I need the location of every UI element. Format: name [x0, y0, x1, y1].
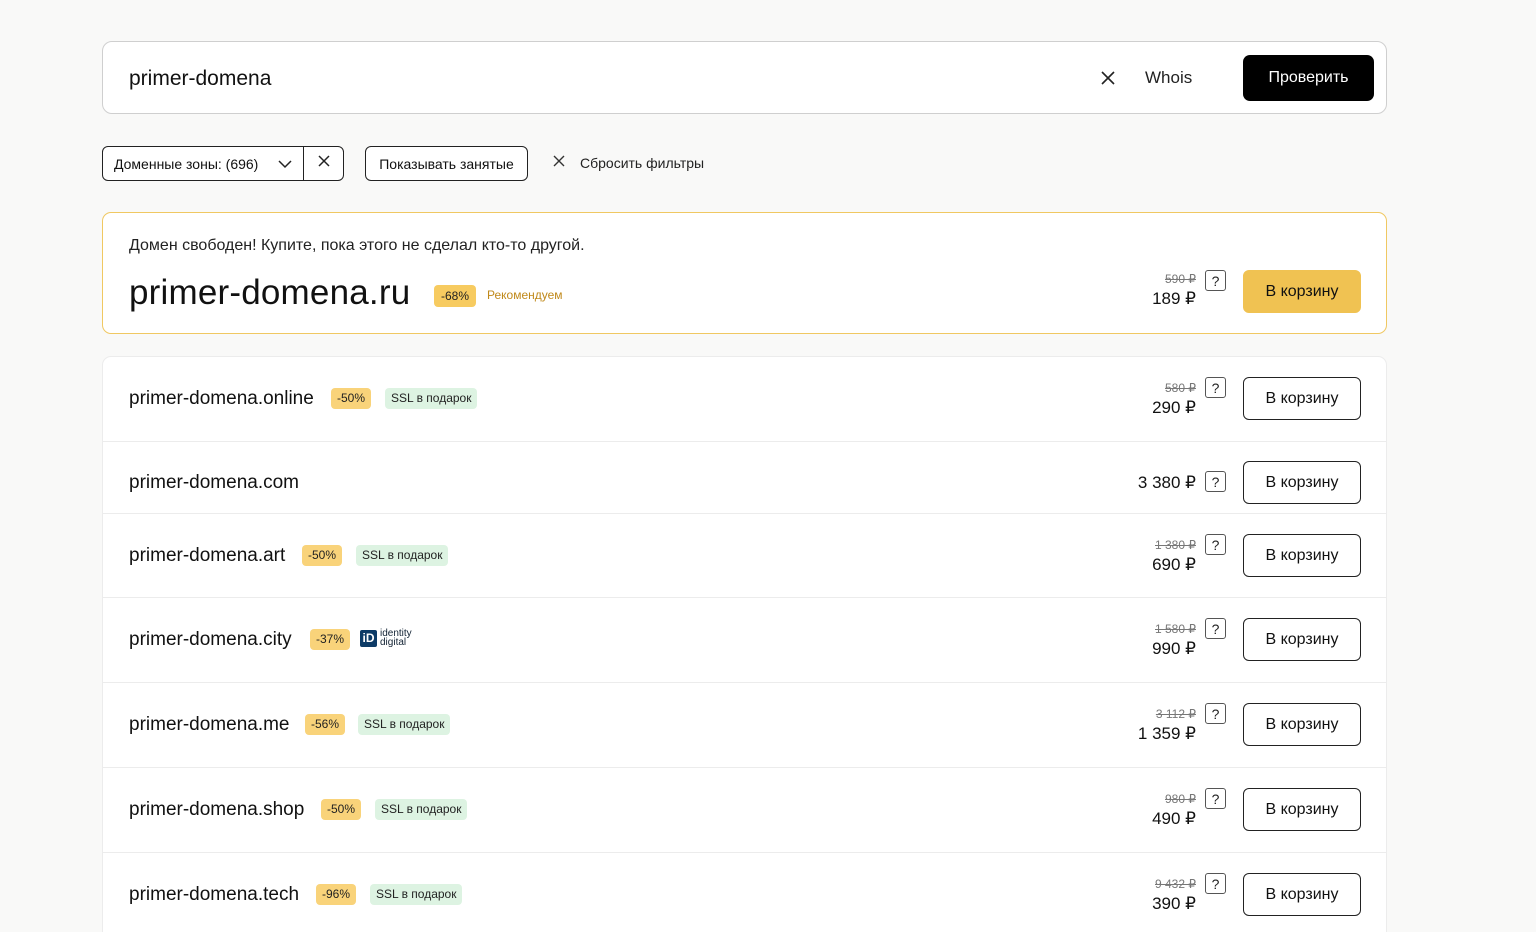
old-price: 590 ₽ — [1165, 272, 1196, 286]
discount-badge: -50% — [331, 388, 372, 409]
current-price: 3 380 ₽ — [1137, 473, 1196, 492]
price-box: 3 112 ₽ 1 359 ₽ — [1138, 707, 1196, 744]
current-price: 390 ₽ — [1152, 894, 1196, 913]
ssl-gift-badge: SSL в подарок — [385, 388, 478, 409]
discount-badge: -50% — [302, 545, 343, 566]
add-to-cart-button[interactable]: В корзину — [1243, 703, 1361, 746]
old-price: 580 ₽ — [1165, 381, 1196, 395]
price-help-button[interactable]: ? — [1205, 377, 1226, 398]
domain-row: primer-domena.art -50% SSL в подарок 1 3… — [103, 514, 1386, 598]
domain-name: primer-domena.city — [129, 629, 292, 650]
old-price: 9 432 ₽ — [1155, 877, 1196, 891]
clear-search-icon[interactable] — [1098, 68, 1118, 88]
identity-digital-logo: iD identity digital — [360, 629, 412, 648]
price-help-button[interactable]: ? — [1205, 534, 1226, 555]
old-price: 1 580 ₽ — [1155, 622, 1196, 636]
partner-name-line2: digital — [380, 637, 407, 648]
domain-name: primer-domena.me — [129, 714, 290, 735]
domain-name: primer-domena.online — [129, 388, 314, 409]
check-button[interactable]: Проверить — [1243, 55, 1374, 101]
add-to-cart-button[interactable]: В корзину — [1243, 873, 1361, 916]
current-price: 490 ₽ — [1152, 809, 1196, 828]
close-icon — [552, 154, 566, 171]
price-help-button[interactable]: ? — [1205, 270, 1226, 291]
current-price: 990 ₽ — [1152, 639, 1196, 658]
old-price: 3 112 ₽ — [1155, 707, 1196, 721]
add-to-cart-button[interactable]: В корзину — [1243, 618, 1361, 661]
domain-name: primer-domena.shop — [129, 799, 305, 820]
domain-zones-filter: Доменные зоны: (696) — [102, 146, 344, 181]
price-box: 590 ₽ 189 ₽ — [1152, 272, 1196, 309]
chevron-down-icon — [277, 157, 293, 174]
featured-domain-card: Домен свободен! Купите, пока этого не сд… — [102, 212, 1387, 334]
whois-link[interactable]: Whois — [1145, 68, 1192, 88]
domain-list: primer-domena.online -50% SSL в подарок … — [102, 356, 1387, 932]
price-box: 9 432 ₽ 390 ₽ — [1152, 877, 1196, 914]
price-box: 1 380 ₽ 690 ₽ — [1152, 538, 1196, 575]
ssl-gift-badge: SSL в подарок — [358, 714, 451, 735]
domain-row: primer-domena.shop -50% SSL в подарок 98… — [103, 768, 1386, 853]
domain-row: primer-domena.me -56% SSL в подарок 3 11… — [103, 683, 1386, 768]
domain-row: primer-domena.city -37% iD identity digi… — [103, 598, 1386, 683]
featured-domain-name: primer-domena.ru — [129, 273, 411, 312]
discount-badge: -68% — [434, 285, 477, 307]
current-price: 290 ₽ — [1152, 398, 1196, 417]
domain-zones-label: Доменные зоны: (696) — [114, 155, 259, 172]
old-price: 1 380 ₽ — [1155, 538, 1196, 552]
add-to-cart-button[interactable]: В корзину — [1243, 461, 1361, 504]
discount-badge: -50% — [321, 799, 362, 820]
add-to-cart-button[interactable]: В корзину — [1243, 377, 1361, 420]
ssl-gift-badge: SSL в подарок — [370, 884, 463, 905]
domain-row: primer-domena.com 3 380 ₽ ? В корзину — [103, 442, 1386, 514]
current-price: 690 ₽ — [1152, 555, 1196, 574]
domain-name: primer-domena.com — [129, 472, 299, 493]
price-help-button[interactable]: ? — [1205, 618, 1226, 639]
price-help-button[interactable]: ? — [1205, 873, 1226, 894]
price-help-button[interactable]: ? — [1205, 788, 1226, 809]
add-to-cart-button[interactable]: В корзину — [1243, 534, 1361, 577]
price-box: 3 380 ₽ — [1138, 473, 1196, 493]
domain-search-input[interactable] — [129, 64, 1029, 94]
add-to-cart-button[interactable]: В корзину — [1243, 788, 1361, 831]
clear-zones-button[interactable] — [304, 147, 343, 180]
price-help-button[interactable]: ? — [1205, 703, 1226, 724]
discount-badge: -37% — [310, 629, 351, 650]
domain-row: primer-domena.tech -96% SSL в подарок 9 … — [103, 853, 1386, 932]
discount-badge: -56% — [305, 714, 346, 735]
price-box: 980 ₽ 490 ₽ — [1152, 792, 1196, 829]
domain-search-bar: Whois Проверить — [102, 41, 1387, 114]
current-price: 1 359 ₽ — [1137, 724, 1196, 743]
reset-filters-button[interactable]: Сбросить фильтры — [552, 154, 704, 171]
domain-row: primer-domena.online -50% SSL в подарок … — [103, 357, 1386, 442]
domain-zones-dropdown[interactable]: Доменные зоны: (696) — [103, 147, 304, 180]
old-price: 980 ₽ — [1165, 792, 1196, 806]
availability-message: Домен свободен! Купите, пока этого не сд… — [129, 237, 585, 254]
add-to-cart-button[interactable]: В корзину — [1243, 270, 1361, 313]
ssl-gift-badge: SSL в подарок — [375, 799, 468, 820]
domain-name: primer-domena.tech — [129, 884, 300, 905]
ssl-gift-badge: SSL в подарок — [356, 545, 449, 566]
identity-digital-mark-icon: iD — [360, 629, 377, 647]
current-price: 189 ₽ — [1152, 289, 1196, 308]
domain-name: primer-domena.art — [129, 545, 286, 566]
close-icon — [317, 154, 331, 173]
price-box: 1 580 ₽ 990 ₽ — [1152, 622, 1196, 659]
discount-badge: -96% — [316, 884, 357, 905]
reset-filters-label: Сбросить фильтры — [580, 154, 705, 171]
price-help-button[interactable]: ? — [1205, 471, 1226, 492]
recommended-tag: Рекомендуем — [487, 288, 563, 302]
price-box: 580 ₽ 290 ₽ — [1152, 381, 1196, 418]
show-taken-button[interactable]: Показывать занятые — [365, 146, 528, 181]
